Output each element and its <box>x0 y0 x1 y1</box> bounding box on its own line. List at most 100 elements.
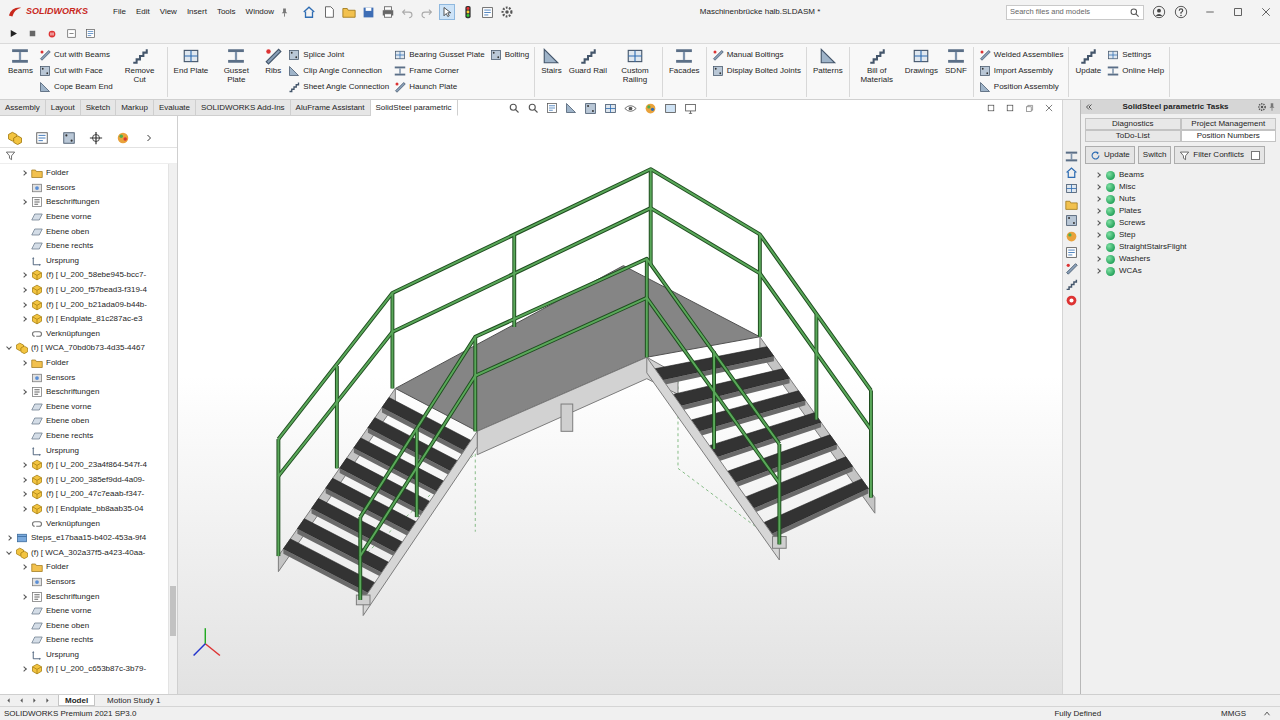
tree-item[interactable]: (f) [ U_200_23a4f864-547f-4 <box>0 458 168 473</box>
chevron-icon[interactable] <box>21 389 27 395</box>
chevron-icon[interactable] <box>21 477 27 483</box>
ribbon-button[interactable]: End Plate <box>173 47 210 76</box>
undo-icon[interactable] <box>401 6 414 19</box>
collapse-icon[interactable] <box>1084 102 1094 112</box>
expand-toggle[interactable] <box>1093 207 1102 216</box>
position-item[interactable]: Washers <box>1081 253 1280 265</box>
tree-item[interactable]: Folder <box>0 166 168 181</box>
settings-icon[interactable] <box>1257 102 1267 112</box>
ribbon-button[interactable]: Stairs <box>540 47 562 76</box>
ribbon-button[interactable]: Online Help <box>1107 64 1164 77</box>
home-icon[interactable] <box>302 5 316 19</box>
chevron-icon[interactable] <box>21 302 27 308</box>
prev-icon[interactable] <box>17 696 26 705</box>
chevron-icon[interactable] <box>1095 232 1101 238</box>
tree-item[interactable]: Ebene vorne <box>0 604 168 619</box>
task-tab[interactable]: Diagnostics <box>1085 118 1181 130</box>
expand-toggle[interactable] <box>19 271 28 280</box>
chevron-icon[interactable] <box>21 492 27 498</box>
file-explorer-icon[interactable] <box>1065 198 1078 211</box>
ribbon-button[interactable]: Remove Cut <box>118 47 162 85</box>
pin-icon[interactable] <box>1267 102 1277 112</box>
macro-edit-icon[interactable] <box>85 28 96 39</box>
solidsteel-icon[interactable] <box>1065 150 1078 163</box>
chevron-icon[interactable] <box>21 200 27 206</box>
logo-text[interactable]: SOLIDWORKS <box>26 5 88 19</box>
chevron-icon[interactable] <box>6 549 12 555</box>
menu-item[interactable]: Window <box>241 6 279 18</box>
restore-icon[interactable] <box>1024 103 1035 114</box>
ribbon-button[interactable]: Bolting <box>490 48 529 61</box>
tile-icon[interactable] <box>986 103 996 113</box>
tree-item[interactable]: Sensors <box>0 181 168 196</box>
maximize-icon[interactable] <box>1232 6 1244 18</box>
chevron-icon[interactable] <box>1095 208 1101 214</box>
chevron-icon[interactable] <box>1095 244 1101 250</box>
expand-toggle[interactable] <box>19 504 28 513</box>
ribbon-button[interactable]: Gusset Plate <box>214 47 258 85</box>
ribbon-button[interactable]: SDNF <box>944 47 968 76</box>
chevron-icon[interactable] <box>21 506 27 512</box>
tree-item[interactable]: Verknüpfungen <box>0 327 168 342</box>
user-icon[interactable] <box>1152 5 1166 19</box>
ribbon-button[interactable]: Patterns <box>812 47 844 76</box>
position-item[interactable]: StraightStairsFlight <box>1081 241 1280 253</box>
display-manager-icon[interactable] <box>116 131 130 145</box>
tree-item[interactable]: (f) [ U_200_b21ada09-b44b- <box>0 297 168 312</box>
unit-system[interactable]: MMGS <box>1221 708 1246 720</box>
chevron-icon[interactable] <box>1095 184 1101 190</box>
property-manager-icon[interactable] <box>35 131 49 145</box>
chevron-icon[interactable] <box>21 287 27 293</box>
resources-icon[interactable] <box>1065 166 1078 179</box>
tree-item[interactable]: Beschriftungen <box>0 385 168 400</box>
tree-item[interactable]: Ebene vorne <box>0 400 168 415</box>
ribbon-button[interactable]: Sheet Angle Connection <box>288 80 389 93</box>
expand-toggle[interactable] <box>1093 171 1102 180</box>
expand-toggle[interactable] <box>1093 231 1102 240</box>
menu-item[interactable]: View <box>155 6 182 18</box>
tree-item[interactable]: Ebene rechts <box>0 239 168 254</box>
tree-item[interactable]: (f) [ U_200_47c7eaab-f347- <box>0 487 168 502</box>
tree-item[interactable]: Folder <box>0 560 168 575</box>
ribbon-button[interactable]: Update <box>1074 47 1102 76</box>
status-expand-icon[interactable] <box>1262 709 1272 719</box>
task-tab[interactable]: Position Numbers <box>1181 130 1277 142</box>
tree-item[interactable]: (f) [ U_200_f57bead3-f319-4 <box>0 283 168 298</box>
ribbon-button[interactable]: Custom Railing <box>613 47 657 85</box>
tree-item[interactable]: Ebene rechts <box>0 633 168 648</box>
ribbon-button[interactable]: Beams <box>7 47 34 76</box>
appearances-icon[interactable] <box>1065 230 1078 243</box>
chevron-icon[interactable] <box>1095 256 1101 262</box>
expand-toggle[interactable] <box>19 475 28 484</box>
ribbon-button[interactable]: Frame Corner <box>394 64 485 77</box>
ribbon-button[interactable]: Bill of Materials <box>855 47 899 85</box>
expand-toggle[interactable] <box>4 344 13 353</box>
expand-toggle[interactable] <box>1093 219 1102 228</box>
expand-toggle[interactable] <box>19 315 28 324</box>
command-tab[interactable]: Layout <box>46 100 81 116</box>
task-button[interactable]: Switch <box>1138 146 1172 164</box>
expand-toggle[interactable] <box>19 169 28 178</box>
tree-item[interactable]: Verknüpfungen <box>0 516 168 531</box>
position-item[interactable]: Plates <box>1081 205 1280 217</box>
expand-toggle[interactable] <box>19 286 28 295</box>
new-document-icon[interactable] <box>322 5 336 19</box>
pause-record-icon[interactable] <box>46 28 58 40</box>
task-button[interactable]: Filter Conflicts <box>1174 146 1265 164</box>
menu-item[interactable]: Tools <box>212 6 241 18</box>
ribbon-button[interactable]: Haunch Plate <box>394 80 485 93</box>
redo-icon[interactable] <box>420 6 433 19</box>
cursor-icon[interactable] <box>441 6 453 18</box>
expand-toggle[interactable] <box>19 359 28 368</box>
print-icon[interactable] <box>381 5 395 19</box>
split-icon[interactable] <box>1005 103 1015 113</box>
chevron-icon[interactable] <box>6 535 12 541</box>
tree-item[interactable]: Beschriftungen <box>0 195 168 210</box>
expand-toggle[interactable] <box>19 300 28 309</box>
scroll-thumb[interactable] <box>170 586 176 636</box>
tree-item[interactable]: Sensors <box>0 370 168 385</box>
view-palette-icon[interactable] <box>1065 214 1078 227</box>
expand-toggle[interactable] <box>1093 255 1102 264</box>
tree-item[interactable]: Ebene oben <box>0 224 168 239</box>
next-icon[interactable] <box>30 696 39 705</box>
